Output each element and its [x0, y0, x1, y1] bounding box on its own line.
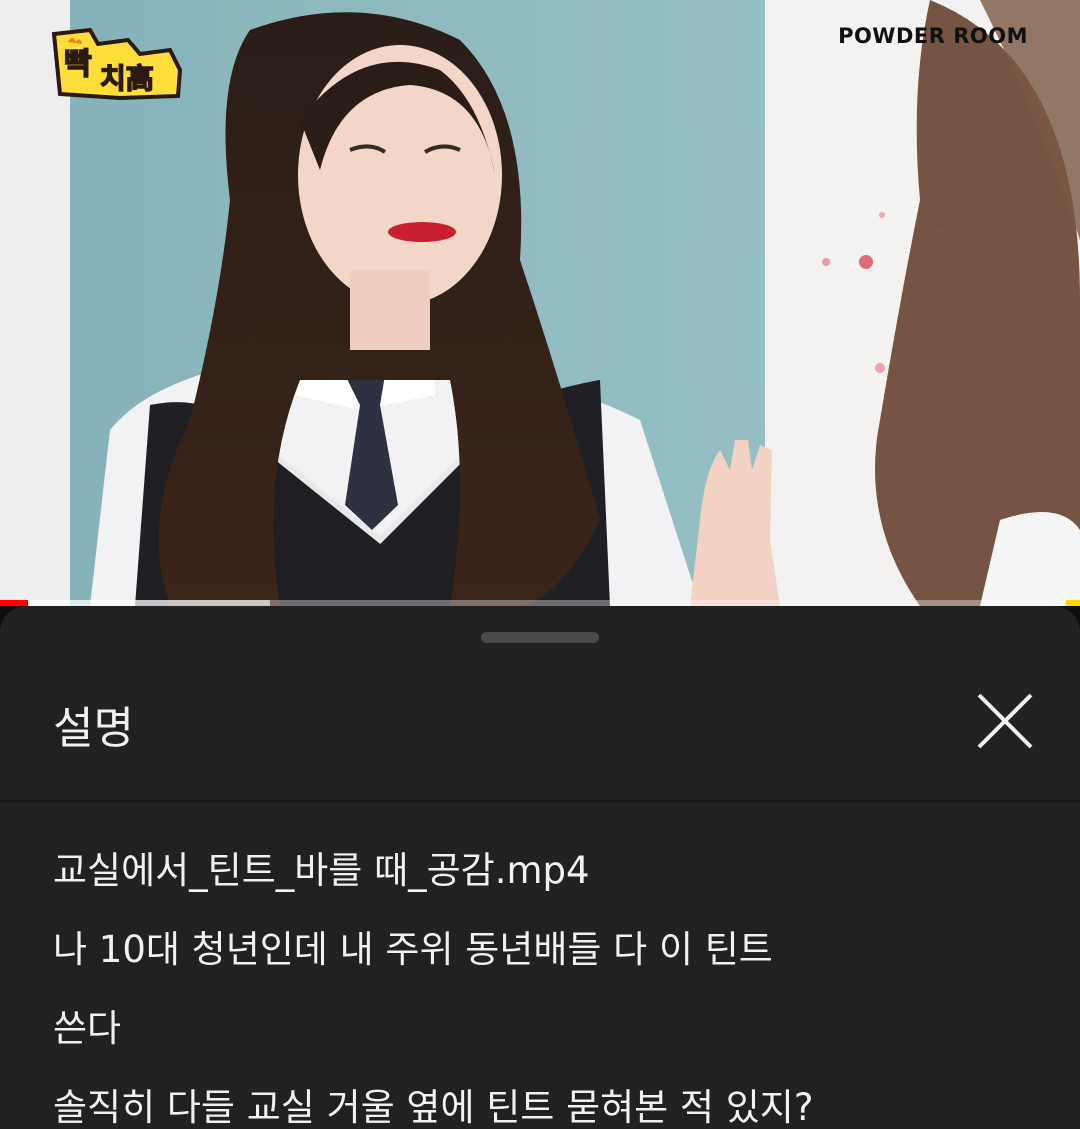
sheet-title: 설명 — [53, 703, 134, 754]
header-divider — [0, 800, 1080, 802]
description-sheet: 설명 교실에서_틴트_바를 때_공감.mp4 나 10대 청년인데 내 주위 동… — [0, 606, 1080, 1129]
description-line: 솔직히 다들 교실 거울 옆에 틴트 묻혀본 적 있지? — [53, 1086, 814, 1129]
drag-handle[interactable] — [481, 632, 599, 643]
description-line: 쓴다 — [53, 1007, 122, 1050]
description-line: 교실에서_틴트_바를 때_공감.mp4 — [53, 849, 590, 892]
svg-text:치高: 치高 — [100, 62, 154, 95]
video-player[interactable]: 빡 치高 POWDER ROOM — [0, 0, 1080, 606]
brand-watermark: POWDER ROOM — [838, 24, 1028, 48]
screen: 빡 치高 POWDER ROOM 설명 교실에서_틴트_바를 때_공감.mp4 … — [0, 0, 1080, 1129]
svg-text:빡: 빡 — [64, 47, 92, 82]
close-button[interactable] — [972, 688, 1038, 754]
close-icon — [977, 693, 1033, 749]
progress-end-marker — [1066, 600, 1080, 606]
description-text: 교실에서_틴트_바를 때_공감.mp4 나 10대 청년인데 내 주위 동년배들… — [53, 831, 1043, 1129]
sheet-header: 설명 — [0, 656, 1080, 798]
channel-logo-graphic: 빡 치高 — [51, 27, 183, 101]
description-line: 나 10대 청년인데 내 주위 동년배들 다 이 틴트 — [53, 928, 773, 971]
channel-logo: 빡 치高 — [50, 24, 184, 102]
